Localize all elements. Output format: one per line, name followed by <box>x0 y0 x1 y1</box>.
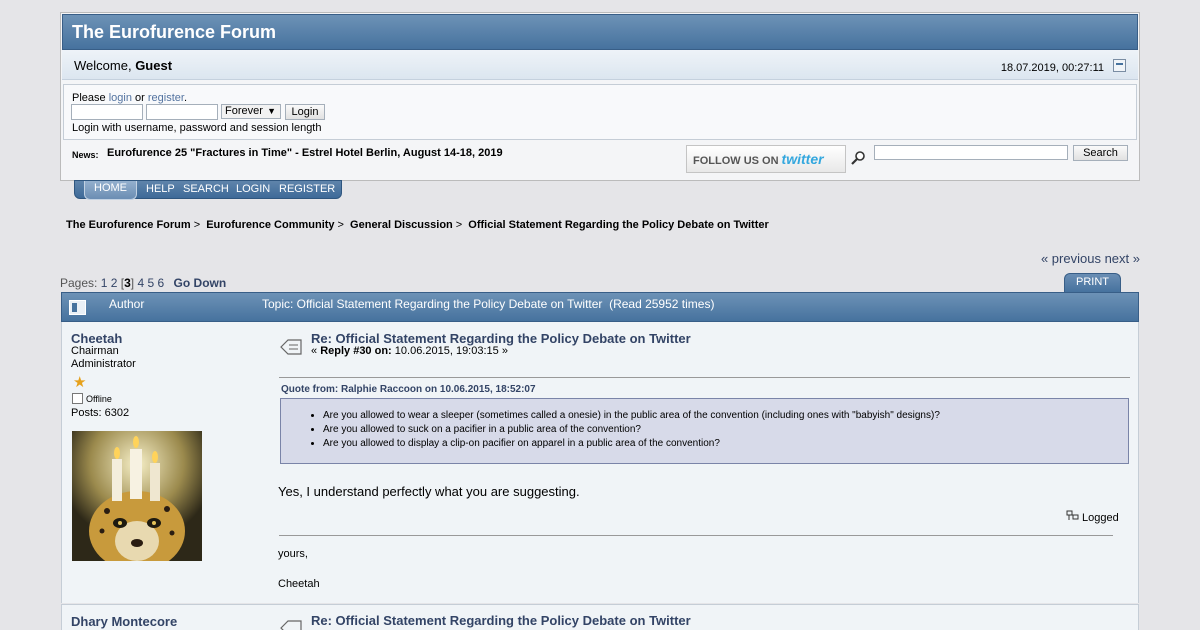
quote-item: Are you allowed to wear a sleeper (somet… <box>323 409 940 423</box>
username: Guest <box>135 58 173 73</box>
previous-link[interactable]: « previous <box>1041 251 1101 266</box>
breadcrumb: The Eurofurence Forum > Eurofurence Commu… <box>66 219 769 231</box>
breadcrumb-community[interactable]: Eurofurence Community <box>206 219 334 231</box>
login-link[interactable]: login <box>109 92 132 104</box>
next-link[interactable]: next » <box>1105 251 1140 266</box>
breadcrumb-general[interactable]: General Discussion <box>350 219 453 231</box>
quote-item: Are you allowed to suck on a pacifier in… <box>323 423 940 437</box>
forum-header: The Eurofurence Forum Welcome, Guest 18.… <box>60 12 1140 181</box>
quote-item: Are you allowed to display a clip-on pac… <box>323 437 940 451</box>
post-body: Yes, I understand perfectly what you are… <box>278 484 580 499</box>
topic-header: Author Topic: Official Statement Regardi… <box>61 292 1139 322</box>
signature-divider <box>279 535 1113 536</box>
quote-box: Are you allowed to wear a sleeper (somet… <box>280 398 1129 464</box>
poster-group: Administrator <box>71 358 136 370</box>
quote-header[interactable]: Quote from: Ralphie Raccoon on 10.06.201… <box>281 384 536 395</box>
menu-register[interactable]: REGISTER <box>279 183 335 195</box>
menu-login[interactable]: LOGIN <box>236 183 270 195</box>
menu-home[interactable]: HOME <box>84 181 137 200</box>
post-subject[interactable]: Re: Official Statement Regarding the Pol… <box>311 331 691 346</box>
signature-line: Cheetah <box>278 578 320 590</box>
news-text: Eurofurence 25 "Fractures in Time" - Est… <box>107 147 503 159</box>
offline-icon <box>72 393 83 404</box>
topic-icon <box>69 300 86 315</box>
forum-title[interactable]: The Eurofurence Forum <box>72 22 276 43</box>
breadcrumb-topic[interactable]: Official Statement Regarding the Policy … <box>468 219 769 231</box>
news-row: News: Eurofurence 25 "Fractures in Time"… <box>63 141 1137 179</box>
login-button[interactable]: Login <box>285 104 325 120</box>
poster-title: Chairman <box>71 345 119 357</box>
page-link[interactable]: 6 <box>158 276 165 290</box>
author-column: Author <box>109 297 145 311</box>
login-hint: Login with username, password and sessio… <box>72 122 322 134</box>
post: Cheetah Chairman Administrator ★ Offline… <box>61 322 1139 603</box>
topic-navigation: « previous next » <box>1041 251 1140 266</box>
ip-logged-icon <box>1066 510 1079 520</box>
poster-name[interactable]: Dhary Montecore <box>71 614 177 629</box>
page-link[interactable]: 5 <box>147 276 154 290</box>
signature-line: yours, <box>278 548 308 560</box>
post: Dhary Montecore Re: Official Statement R… <box>61 604 1139 630</box>
welcome-row: Welcome, Guest 18.07.2019, 00:27:11 <box>62 50 1138 80</box>
online-status: Offline <box>86 394 112 404</box>
poster-name[interactable]: Cheetah <box>71 331 122 346</box>
register-link[interactable]: register <box>148 92 184 104</box>
collapse-icon[interactable] <box>1113 59 1126 72</box>
post-meta: « Reply #30 on: 10.06.2015, 19:03:15 » <box>311 345 508 357</box>
username-input[interactable] <box>71 104 143 120</box>
news-label: News: <box>72 150 99 160</box>
title-bar: The Eurofurence Forum <box>62 14 1138 50</box>
main-menu: HOME HELP SEARCH LOGIN REGISTER <box>74 180 342 200</box>
star-icon: ★ <box>73 374 87 391</box>
session-length-select[interactable]: Forever ▼ <box>221 104 281 119</box>
twitter-follow-button[interactable]: FOLLOW US ON twitter <box>686 145 846 173</box>
current-datetime: 18.07.2019, 00:27:11 <box>1000 62 1104 74</box>
current-page: 3 <box>124 276 131 290</box>
menu-help[interactable]: HELP <box>146 183 175 195</box>
pagination: Pages: 1 2 [3] 4 5 6 Go Down <box>60 276 227 290</box>
logged-indicator: Logged <box>1066 510 1119 524</box>
menu-search[interactable]: SEARCH <box>183 183 229 195</box>
chevron-down-icon: ▼ <box>267 106 276 116</box>
topic-title: Topic: Official Statement Regarding the … <box>262 297 715 311</box>
post-icon <box>280 620 302 630</box>
search-icon[interactable] <box>850 150 866 166</box>
welcome-text: Welcome, Guest <box>74 58 173 73</box>
page-link[interactable]: 1 <box>101 276 108 290</box>
post-divider <box>279 377 1130 378</box>
login-box: Please login or register. Forever ▼ Login… <box>63 84 1137 140</box>
post-count: Posts: 6302 <box>71 407 130 419</box>
password-input[interactable] <box>146 104 218 120</box>
breadcrumb-forum[interactable]: The Eurofurence Forum <box>66 219 191 231</box>
avatar[interactable] <box>72 431 202 561</box>
search-input[interactable] <box>874 145 1068 160</box>
go-down-link[interactable]: Go Down <box>174 276 227 290</box>
post-subject[interactable]: Re: Official Statement Regarding the Pol… <box>311 613 691 628</box>
print-button[interactable]: PRINT <box>1064 273 1121 292</box>
login-prompt: Please login or register. <box>72 92 187 104</box>
page-link[interactable]: 4 <box>137 276 144 290</box>
search-button[interactable]: Search <box>1073 145 1128 161</box>
post-icon <box>280 339 302 355</box>
twitter-logo: twitter <box>781 151 824 167</box>
page-link[interactable]: 2 <box>111 276 118 290</box>
